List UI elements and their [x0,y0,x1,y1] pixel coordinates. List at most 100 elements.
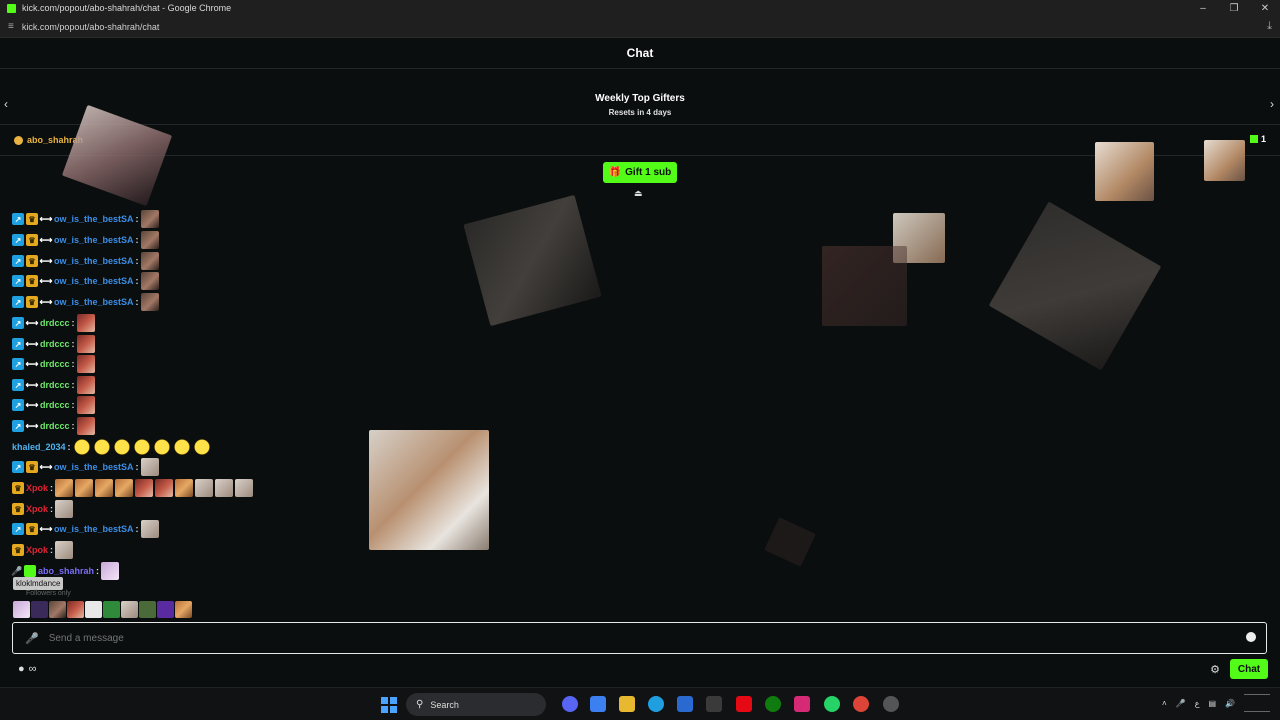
points-icon[interactable]: ● [18,663,25,675]
chat-username[interactable]: Xpok [26,483,48,493]
chat-username[interactable]: khaled_2034 [12,442,66,452]
emoji-icon[interactable] [1246,632,1256,642]
chrome-icon[interactable] [853,696,869,712]
network-icon[interactable]: ▤ [1208,699,1216,708]
emote[interactable] [215,479,234,497]
emote-option[interactable] [49,601,66,618]
emote[interactable] [140,458,159,476]
chat-username[interactable]: Xpok [26,545,48,555]
store-icon[interactable] [677,696,693,712]
emote[interactable] [140,231,159,249]
emote-option[interactable] [175,601,192,618]
message-input[interactable] [48,632,1199,644]
chat-username[interactable]: ow_is_the_bestSA [54,462,134,472]
copilot-icon[interactable] [590,696,606,712]
close-icon[interactable]: ✕ [1248,0,1280,16]
emote[interactable] [55,500,74,518]
xbox-icon[interactable] [765,696,781,712]
emote-option[interactable] [13,601,30,618]
address-bar[interactable]: ≡ kick.com/popout/abo-shahrah/chat ⤓ [0,16,1280,38]
volume-icon[interactable]: 🔊 [1225,699,1235,708]
emote[interactable] [235,479,254,497]
emote[interactable] [140,272,159,290]
url-text[interactable]: kick.com/popout/abo-shahrah/chat [22,22,160,32]
emote[interactable] [76,335,95,353]
chat-username[interactable]: ow_is_the_bestSA [54,276,134,286]
mic-icon[interactable]: 🎤 [1176,699,1186,708]
emote[interactable] [175,479,194,497]
whatsapp-icon[interactable] [824,696,840,712]
chat-username[interactable]: drdccc [40,380,70,390]
discord-icon[interactable] [562,696,578,712]
emote-option[interactable] [85,601,102,618]
tune-icon[interactable]: ≡ [8,21,14,32]
emote[interactable] [192,438,211,456]
language-icon[interactable]: ع [1195,699,1200,708]
netflix-icon[interactable] [736,696,752,712]
chat-username[interactable]: ow_is_the_bestSA [54,524,134,534]
download-icon[interactable]: ⤓ [1267,20,1272,33]
emote[interactable] [76,417,95,435]
emote[interactable] [76,355,95,373]
taskbar-search[interactable]: ⚲ Search [406,693,546,716]
emote[interactable] [135,479,154,497]
minimize-icon[interactable]: – [1186,0,1220,16]
emote[interactable] [72,438,91,456]
emote[interactable] [76,396,95,414]
collapse-icon[interactable]: ⏏ [634,188,643,199]
emote[interactable] [152,438,171,456]
emote[interactable] [172,438,191,456]
vip-badge-icon: ↗ [12,213,24,225]
app-icon[interactable] [883,696,899,712]
emote[interactable] [75,479,94,497]
emote[interactable] [155,479,174,497]
emote-option[interactable] [103,601,120,618]
send-chat-button[interactable]: Chat [1230,659,1268,679]
clock[interactable] [1244,694,1270,712]
windows-start-icon[interactable] [381,697,397,713]
chevron-right-icon[interactable]: › [1270,97,1274,111]
emote[interactable] [140,520,159,538]
emote-option[interactable] [67,601,84,618]
emote[interactable] [101,562,120,580]
settings-icon[interactable]: ⚙ [1210,663,1220,676]
emote[interactable] [140,210,159,228]
emote[interactable] [140,252,159,270]
emote[interactable] [132,438,151,456]
chat-username[interactable]: drdccc [40,318,70,328]
chat-username[interactable]: drdccc [40,339,70,349]
emote[interactable] [95,479,114,497]
edge-icon[interactable] [648,696,664,712]
chat-username[interactable]: ow_is_the_bestSA [54,256,134,266]
chevron-up-icon[interactable]: ˄ [1162,699,1167,708]
mic-icon[interactable]: 🎤 [25,632,39,645]
file-explorer-icon[interactable] [619,696,635,712]
emote-option[interactable] [157,601,174,618]
message-input-box[interactable]: 🎤 [12,622,1267,654]
instagram-icon[interactable] [794,696,810,712]
emote-option[interactable] [121,601,138,618]
chat-username[interactable]: abo_shahrah [38,566,94,576]
emote[interactable] [76,376,95,394]
maximize-icon[interactable]: ❐ [1217,0,1251,16]
emote[interactable] [112,438,131,456]
chat-username[interactable]: drdccc [40,421,70,431]
emote-option[interactable] [139,601,156,618]
emote[interactable] [92,438,111,456]
chat-username[interactable]: ow_is_the_bestSA [54,235,134,245]
emote-option[interactable] [31,601,48,618]
chat-username[interactable]: drdccc [40,359,70,369]
emote[interactable] [55,479,74,497]
unity-icon[interactable] [706,696,722,712]
chat-username[interactable]: drdccc [40,400,70,410]
chat-username[interactable]: ow_is_the_bestSA [54,214,134,224]
chat-username[interactable]: Xpok [26,504,48,514]
emote[interactable] [115,479,134,497]
gift-sub-button[interactable]: 🎁 Gift 1 sub [603,162,677,183]
emote[interactable] [195,479,214,497]
chat-username[interactable]: ow_is_the_bestSA [54,297,134,307]
emote[interactable] [55,541,74,559]
emote[interactable] [140,293,159,311]
emote[interactable] [76,314,95,332]
infinity-icon[interactable]: ∞ [29,663,37,675]
